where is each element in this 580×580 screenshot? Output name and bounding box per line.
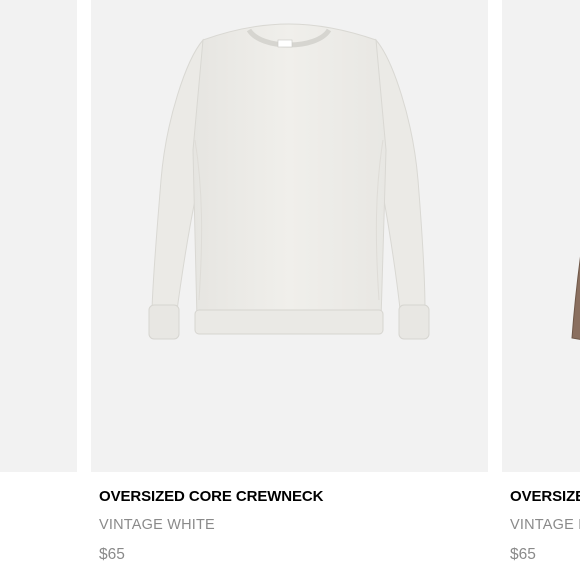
product-title[interactable]: OVERSIZE (510, 488, 580, 505)
crewneck-sweatshirt-image (571, 256, 580, 340)
product-carousel: OVERSIZED CORE CREWNECK VINTAGE WHITE $6… (0, 0, 580, 580)
product-color: VINTAGE B (510, 517, 580, 533)
crewneck-sweatshirt-image (148, 23, 430, 340)
product-image[interactable] (0, 0, 77, 472)
product-price: $65 (510, 546, 536, 563)
product-image[interactable] (502, 0, 580, 472)
product-color: VINTAGE WHITE (99, 517, 215, 533)
product-price: $65 (99, 546, 125, 563)
product-image[interactable] (91, 0, 488, 472)
product-title[interactable]: OVERSIZED CORE CREWNECK (99, 488, 323, 505)
